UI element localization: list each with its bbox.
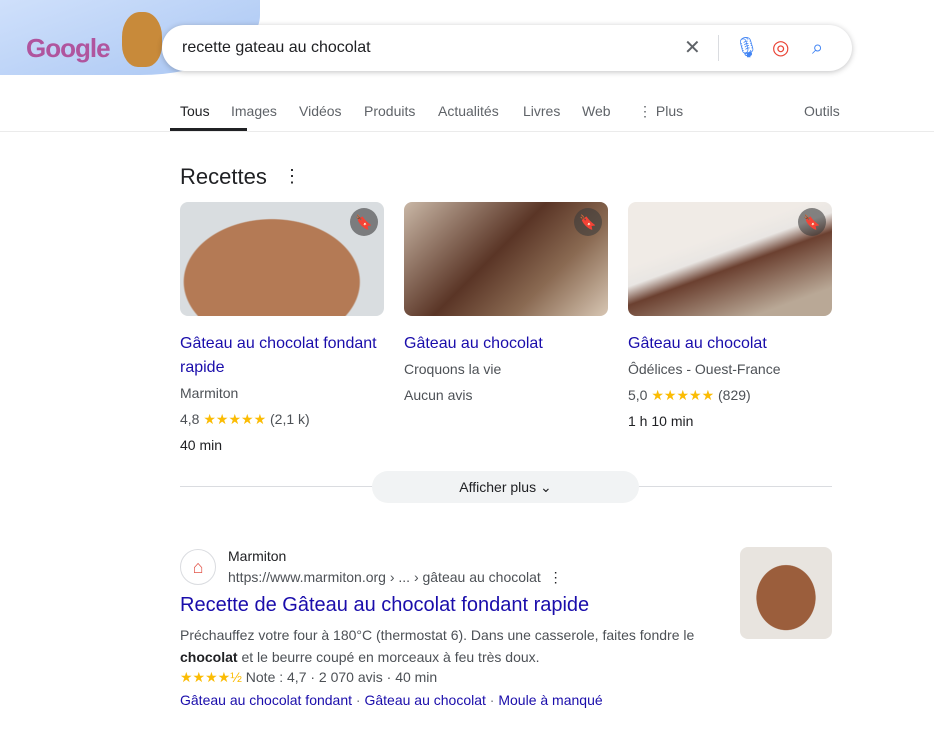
search-icon[interactable]: ⌕ [812, 36, 823, 60]
header-divider [0, 131, 934, 132]
result-url[interactable]: https://www.marmiton.org › ... › gâteau … [228, 569, 563, 586]
recipe-card[interactable]: 🔖 Gâteau au chocolat Croquons la vie Auc… [404, 202, 608, 408]
sitelink[interactable]: Gâteau au chocolat fondant [180, 692, 352, 708]
review-count: (2,1 k) [270, 411, 310, 427]
tab-produits[interactable]: Produits [364, 103, 415, 119]
show-more-button[interactable]: Afficher plus ⌄ [372, 471, 639, 503]
clear-icon[interactable]: ✕ [684, 36, 701, 60]
recipe-title[interactable]: Gâteau au chocolat [404, 332, 608, 356]
bookmark-icon[interactable]: 🔖 [798, 208, 826, 236]
recipe-image[interactable]: 🔖 [180, 202, 384, 316]
microphone-icon[interactable]: 🎙 [734, 36, 759, 60]
result-snippet: Préchauffez votre four à 180°C (thermost… [180, 624, 720, 668]
tab-web[interactable]: Web [582, 103, 611, 119]
recipe-time: 1 h 10 min [628, 413, 694, 429]
snippet-text: Préchauffez votre four à 180°C (thermost… [180, 627, 695, 643]
rating-value: 5,0 [628, 387, 648, 403]
bookmark-icon[interactable]: 🔖 [574, 208, 602, 236]
tab-tous[interactable]: Tous [180, 103, 210, 119]
tools-button[interactable]: Outils [804, 103, 840, 119]
star-rating-icon: ★★★★½ [180, 669, 242, 685]
marmiton-favicon: ⌂ [180, 549, 216, 585]
recipe-source: Ôdélices - Ouest-France [628, 361, 781, 377]
rating-value: 4,8 [180, 411, 200, 427]
snippet-highlight: chocolat [180, 649, 238, 665]
result-site-name[interactable]: Marmiton [228, 548, 286, 564]
search-input[interactable]: recette gateau au chocolat [182, 39, 371, 57]
tab-images[interactable]: Images [231, 103, 277, 119]
recipe-rating: 4,8 ★★★★★ (2,1 k) [180, 406, 384, 432]
bookmark-icon[interactable]: 🔖 [350, 208, 378, 236]
tab-videos[interactable]: Vidéos [299, 103, 342, 119]
recipe-time: 40 min [180, 437, 223, 453]
more-options-icon[interactable]: ⋮ [549, 569, 563, 585]
recipe-image[interactable]: 🔖 [628, 202, 832, 316]
recipe-title[interactable]: Gâteau au chocolat fondant rapide [180, 332, 384, 380]
star-rating-icon: ★★★★★ [203, 411, 267, 427]
recipe-rating: 5,0 ★★★★★ (829) [628, 382, 832, 408]
star-rating-icon: ★★★★★ [651, 387, 715, 403]
recipe-title[interactable]: Gâteau au chocolat [628, 332, 832, 356]
more-vert-icon: ⋮ [638, 103, 656, 119]
sitelink[interactable]: Moule à manqué [498, 692, 602, 708]
result-title-link[interactable]: Recette de Gâteau au chocolat fondant ra… [180, 594, 589, 617]
result-url-text: https://www.marmiton.org › ... › gâteau … [228, 569, 541, 585]
snippet-text: et le beurre coupé en morceaux à feu trè… [237, 649, 540, 665]
google-logo[interactable]: Google [26, 33, 111, 64]
recipe-source: Marmiton [180, 385, 239, 401]
result-rating: ★★★★½ Note : 4,7 · 2 070 avis · 40 min [180, 669, 437, 686]
show-more-label: Afficher plus [459, 479, 537, 495]
more-options-icon[interactable]: ⋮ [283, 166, 301, 187]
search-box[interactable]: recette gateau au chocolat ✕ 🎙 ◎ ⌕ [162, 25, 852, 71]
tab-livres[interactable]: Livres [523, 103, 560, 119]
recipe-rating: Aucun avis [404, 387, 473, 403]
tab-plus-label: Plus [655, 103, 684, 119]
chevron-down-icon: ⌄ [539, 479, 552, 495]
recipe-image[interactable]: 🔖 [404, 202, 608, 316]
result-thumbnail[interactable] [740, 547, 832, 639]
sitelinks: Gâteau au chocolat fondant · Gâteau au c… [180, 692, 603, 708]
sitelink[interactable]: Gâteau au chocolat [364, 692, 485, 708]
recipe-source: Croquons la vie [404, 361, 502, 377]
recipes-heading: Recettes [180, 164, 267, 189]
rating-text: Note : 4,7 · 2 070 avis · 40 min [245, 669, 438, 685]
divider [718, 35, 719, 61]
recipe-card[interactable]: 🔖 Gâteau au chocolat Ôdélices - Ouest-Fr… [628, 202, 832, 434]
review-count: (829) [718, 387, 751, 403]
tab-actualites[interactable]: Actualités [438, 103, 499, 119]
tab-plus[interactable]: ⋮ Plus [638, 103, 683, 120]
lens-icon[interactable]: ◎ [772, 36, 789, 60]
recipe-card[interactable]: 🔖 Gâteau au chocolat fondant rapide Marm… [180, 202, 384, 458]
doodle-mascot-image [122, 12, 162, 67]
